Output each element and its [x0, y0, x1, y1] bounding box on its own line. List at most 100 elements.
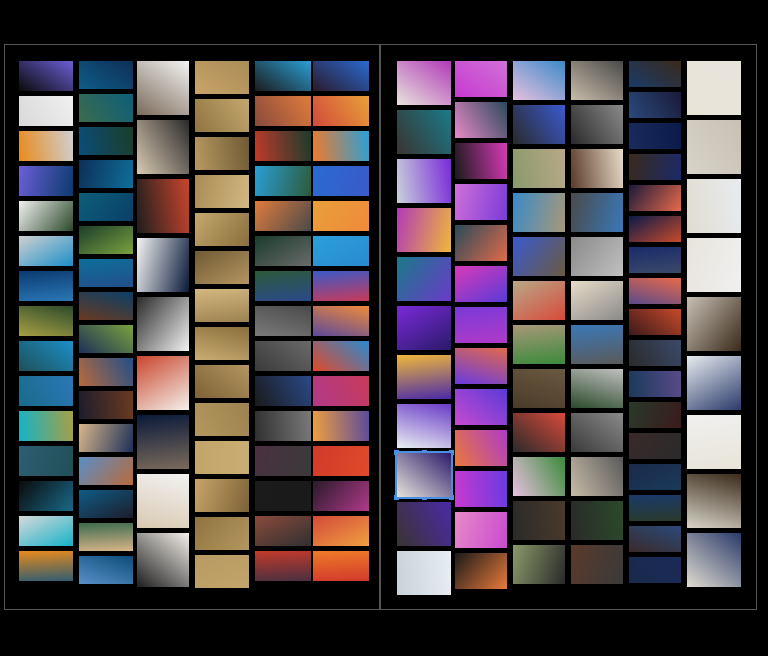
image-thumbnail[interactable] — [455, 266, 507, 302]
image-thumbnail[interactable] — [79, 490, 133, 518]
image-thumbnail[interactable] — [255, 376, 311, 406]
image-thumbnail[interactable] — [397, 257, 451, 301]
image-thumbnail[interactable] — [455, 348, 507, 384]
image-thumbnail[interactable] — [79, 61, 133, 89]
image-thumbnail[interactable] — [79, 457, 133, 485]
image-thumbnail[interactable] — [79, 556, 133, 584]
image-thumbnail[interactable] — [571, 325, 623, 364]
image-thumbnail[interactable] — [513, 457, 565, 496]
image-thumbnail[interactable] — [195, 479, 249, 512]
image-thumbnail[interactable] — [397, 355, 451, 399]
image-thumbnail[interactable] — [137, 120, 189, 174]
image-thumbnail[interactable] — [629, 340, 681, 366]
image-thumbnail[interactable] — [513, 149, 565, 188]
image-thumbnail[interactable] — [571, 501, 623, 540]
image-thumbnail[interactable] — [687, 356, 741, 410]
image-thumbnail[interactable] — [571, 545, 623, 584]
image-thumbnail[interactable] — [571, 369, 623, 408]
image-thumbnail[interactable] — [571, 193, 623, 232]
image-thumbnail[interactable] — [629, 154, 681, 180]
image-thumbnail[interactable] — [397, 208, 451, 252]
image-thumbnail[interactable] — [313, 341, 369, 371]
image-thumbnail[interactable] — [255, 446, 311, 476]
image-thumbnail[interactable] — [19, 271, 73, 301]
image-thumbnail[interactable] — [513, 413, 565, 452]
image-thumbnail[interactable] — [455, 389, 507, 425]
image-thumbnail[interactable] — [397, 110, 451, 154]
image-thumbnail[interactable] — [455, 61, 507, 97]
image-thumbnail[interactable] — [79, 160, 133, 188]
image-thumbnail[interactable] — [195, 403, 249, 436]
selected-image-thumbnail[interactable] — [395, 451, 453, 499]
image-thumbnail[interactable] — [397, 61, 451, 105]
image-thumbnail[interactable] — [571, 237, 623, 276]
image-thumbnail[interactable] — [513, 325, 565, 364]
image-thumbnail[interactable] — [195, 61, 249, 94]
image-thumbnail[interactable] — [313, 376, 369, 406]
image-thumbnail[interactable] — [397, 502, 451, 546]
image-thumbnail[interactable] — [513, 193, 565, 232]
image-thumbnail[interactable] — [19, 516, 73, 546]
image-thumbnail[interactable] — [19, 551, 73, 581]
image-thumbnail[interactable] — [19, 481, 73, 511]
image-thumbnail[interactable] — [79, 226, 133, 254]
image-thumbnail[interactable] — [79, 391, 133, 419]
image-thumbnail[interactable] — [313, 516, 369, 546]
image-thumbnail[interactable] — [455, 430, 507, 466]
image-thumbnail[interactable] — [195, 517, 249, 550]
image-thumbnail[interactable] — [313, 551, 369, 581]
image-thumbnail[interactable] — [313, 481, 369, 511]
image-thumbnail[interactable] — [571, 105, 623, 144]
image-thumbnail[interactable] — [313, 411, 369, 441]
image-thumbnail[interactable] — [255, 411, 311, 441]
image-thumbnail[interactable] — [455, 143, 507, 179]
image-thumbnail[interactable] — [629, 557, 681, 583]
image-thumbnail[interactable] — [255, 96, 311, 126]
image-thumbnail[interactable] — [195, 137, 249, 170]
image-thumbnail[interactable] — [571, 149, 623, 188]
image-thumbnail[interactable] — [137, 61, 189, 115]
image-thumbnail[interactable] — [629, 464, 681, 490]
image-thumbnail[interactable] — [195, 441, 249, 474]
image-thumbnail[interactable] — [255, 131, 311, 161]
image-thumbnail[interactable] — [79, 358, 133, 386]
image-thumbnail[interactable] — [137, 356, 189, 410]
image-thumbnail[interactable] — [255, 271, 311, 301]
image-thumbnail[interactable] — [313, 446, 369, 476]
image-thumbnail[interactable] — [19, 166, 73, 196]
image-thumbnail[interactable] — [19, 446, 73, 476]
image-thumbnail[interactable] — [629, 278, 681, 304]
image-thumbnail[interactable] — [629, 61, 681, 87]
image-thumbnail[interactable] — [79, 523, 133, 551]
image-thumbnail[interactable] — [195, 365, 249, 398]
image-thumbnail[interactable] — [255, 481, 311, 511]
image-thumbnail[interactable] — [313, 61, 369, 91]
image-thumbnail[interactable] — [455, 184, 507, 220]
image-thumbnail[interactable] — [19, 96, 73, 126]
image-thumbnail[interactable] — [397, 404, 451, 448]
image-thumbnail[interactable] — [313, 166, 369, 196]
image-thumbnail[interactable] — [629, 92, 681, 118]
image-thumbnail[interactable] — [255, 61, 311, 91]
image-thumbnail[interactable] — [629, 216, 681, 242]
image-thumbnail[interactable] — [687, 533, 741, 587]
image-thumbnail[interactable] — [513, 281, 565, 320]
image-thumbnail[interactable] — [629, 247, 681, 273]
image-thumbnail[interactable] — [195, 555, 249, 588]
image-thumbnail[interactable] — [629, 309, 681, 335]
image-thumbnail[interactable] — [629, 495, 681, 521]
image-thumbnail[interactable] — [571, 281, 623, 320]
image-thumbnail[interactable] — [19, 411, 73, 441]
image-thumbnail[interactable] — [629, 402, 681, 428]
image-thumbnail[interactable] — [513, 105, 565, 144]
image-thumbnail[interactable] — [687, 415, 741, 469]
image-thumbnail[interactable] — [313, 201, 369, 231]
image-thumbnail[interactable] — [313, 271, 369, 301]
image-thumbnail[interactable] — [79, 193, 133, 221]
image-thumbnail[interactable] — [195, 327, 249, 360]
image-thumbnail[interactable] — [687, 474, 741, 528]
image-thumbnail[interactable] — [629, 123, 681, 149]
image-thumbnail[interactable] — [137, 179, 189, 233]
image-thumbnail[interactable] — [195, 251, 249, 284]
image-thumbnail[interactable] — [313, 96, 369, 126]
